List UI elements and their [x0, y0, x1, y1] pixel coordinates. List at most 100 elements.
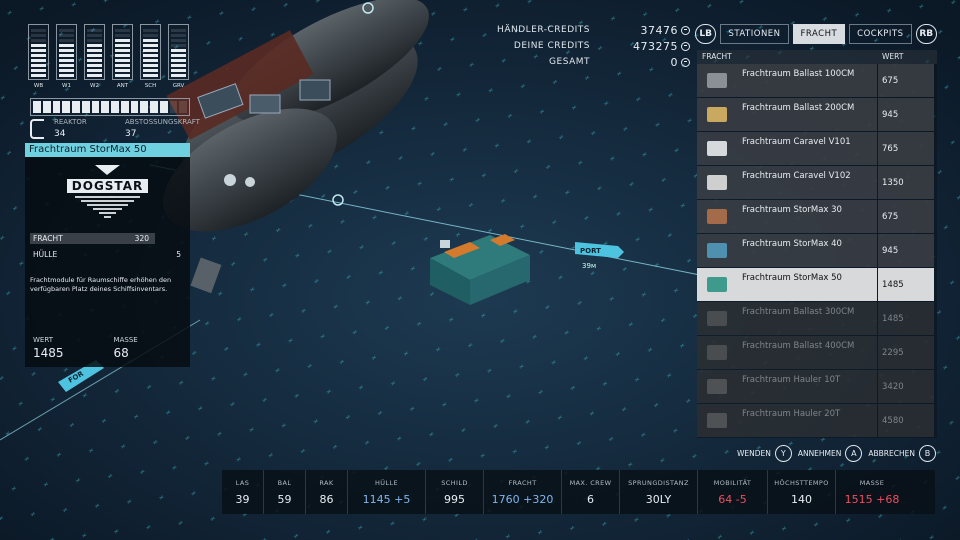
- column-header-fracht: FRACHT: [702, 52, 732, 61]
- module-name-cell: Frachtraum Ballast 200CM: [697, 98, 877, 131]
- stat-rak: RAK 86: [306, 470, 348, 514]
- module-list-item[interactable]: Frachtraum StorMax 40 945: [697, 234, 937, 268]
- hint-wenden[interactable]: WENDEN Y: [737, 444, 792, 462]
- stat-value: 140: [791, 492, 812, 506]
- module-name: Frachtraum Hauler 20T: [742, 409, 841, 419]
- reactor-readout: REAKTOR ABSTOSSUNGSKRAFT 34 37: [30, 118, 200, 144]
- meter-label: ANT: [116, 83, 129, 89]
- meter-segment: [143, 44, 158, 47]
- lb-button[interactable]: LB: [695, 24, 717, 44]
- meter-label: SCH: [144, 83, 157, 89]
- module-list-item[interactable]: Frachtraum Ballast 400CM 2295: [697, 336, 937, 370]
- rb-button[interactable]: RB: [915, 24, 937, 44]
- meter-bars: [84, 24, 105, 80]
- meter-ant[interactable]: ANT: [112, 24, 133, 94]
- module-value: 945: [878, 234, 934, 267]
- reactor-class-icon: [30, 119, 44, 139]
- credit-value: 0: [670, 55, 678, 69]
- stat-value: 59: [277, 492, 292, 506]
- hint-label: ANNEHMEN: [797, 448, 842, 458]
- meter-segment: [87, 34, 102, 37]
- power-segment: [81, 101, 90, 113]
- stat-schild: SCHILD 995: [426, 470, 484, 514]
- meter-segment: [143, 74, 158, 77]
- power-segment: [120, 101, 129, 113]
- meter-w2[interactable]: W2: [84, 24, 105, 94]
- thrust-value: 37: [125, 129, 137, 139]
- meter-grv[interactable]: GRV: [168, 24, 189, 94]
- module-name-cell: Frachtraum StorMax 50: [697, 268, 877, 301]
- module-list-item[interactable]: Frachtraum Hauler 20T 4580: [697, 404, 937, 438]
- stat-fracht-value: 320: [134, 234, 149, 243]
- module-thumbnail-icon: [707, 107, 727, 122]
- module-name: Frachtraum Ballast 400CM: [742, 341, 855, 351]
- tab-fracht[interactable]: FRACHT: [792, 24, 846, 44]
- meter-segment: [171, 44, 186, 47]
- meter-segment: [87, 54, 102, 57]
- module-value: 3420: [878, 370, 934, 403]
- stat-label: MOBILITÄT: [713, 478, 752, 487]
- credit-label: HÄNDLER-CREDITS: [497, 25, 590, 35]
- meter-wb[interactable]: WB: [28, 24, 49, 94]
- hint-annehmen[interactable]: ANNEHMEN A: [797, 444, 863, 462]
- stat-label: FRACHT: [508, 478, 537, 487]
- module-list-item[interactable]: Frachtraum StorMax 50 1485: [697, 268, 937, 302]
- module-list-item[interactable]: Frachtraum Caravel V101 765: [697, 132, 937, 166]
- module-list-item[interactable]: Frachtraum Ballast 200CM 945: [697, 98, 937, 132]
- module-list-item[interactable]: Frachtraum Ballast 100CM 675: [697, 64, 937, 98]
- meter-segment: [59, 39, 74, 42]
- module-name-cell: Frachtraum StorMax 30: [697, 200, 877, 233]
- module-thumbnail-icon: [707, 243, 727, 258]
- module-value: 765: [878, 132, 934, 165]
- module-list-item[interactable]: Frachtraum Ballast 300CM 1485: [697, 302, 937, 336]
- module-name-cell: Frachtraum Ballast 100CM: [697, 64, 877, 97]
- power-segment: [72, 101, 80, 113]
- meter-segment: [31, 64, 46, 67]
- power-segment: [101, 101, 109, 113]
- stat-label: MASSE: [859, 478, 885, 487]
- meter-segment: [171, 69, 186, 72]
- meter-segment: [59, 54, 74, 57]
- module-thumbnail-icon: [707, 311, 727, 326]
- meter-segment: [31, 29, 46, 32]
- module-list-item[interactable]: Frachtraum Hauler 10T 3420: [697, 370, 937, 404]
- hint-abbrechen[interactable]: ABBRECHEN B: [868, 444, 936, 462]
- credit-label: DEINE CREDITS: [513, 41, 590, 51]
- meter-segment: [115, 59, 130, 62]
- module-thumbnail-icon: [707, 175, 727, 190]
- power-segment: [150, 101, 158, 113]
- meter-segment: [115, 44, 130, 47]
- stat-label: HÜLLE: [375, 478, 398, 487]
- meter-segment: [87, 69, 102, 72]
- meter-segment: [143, 29, 158, 32]
- tab-cockpits[interactable]: COCKPITS: [849, 24, 912, 44]
- stat-masse: MASSE 1515 +68: [836, 470, 908, 514]
- module-list-item[interactable]: Frachtraum Caravel V102 1350: [697, 166, 937, 200]
- credits-icon: [681, 25, 690, 35]
- meter-segment: [171, 74, 186, 77]
- meter-label: W1: [62, 83, 71, 89]
- stat-fracht: FRACHT 1760 +320: [484, 470, 562, 514]
- tab-stationen[interactable]: STATIONEN: [720, 24, 789, 44]
- meter-segment: [171, 59, 186, 62]
- module-name-cell: Frachtraum Hauler 10T: [697, 370, 877, 403]
- meter-segment: [115, 64, 130, 67]
- module-list-item[interactable]: Frachtraum StorMax 30 675: [697, 200, 937, 234]
- meter-sch[interactable]: SCH: [140, 24, 161, 94]
- module-thumbnail-icon: [707, 379, 727, 394]
- module-name: Frachtraum Ballast 100CM: [742, 69, 855, 79]
- meter-segment: [87, 44, 102, 47]
- meter-segment: [143, 49, 158, 52]
- stat-höchsttempo: HÖCHSTTEMPO 140: [768, 470, 836, 514]
- meter-w1[interactable]: W1: [56, 24, 77, 94]
- meter-segment: [143, 39, 158, 42]
- category-tabs: LB STATIONEN FRACHT COCKPITS RB: [695, 22, 937, 46]
- meter-segment: [143, 59, 158, 62]
- meter-segment: [143, 64, 158, 67]
- stat-sprungdistanz: SPRUNGDISTANZ 30LY: [620, 470, 698, 514]
- module-name-cell: Frachtraum Caravel V101: [697, 132, 877, 165]
- controller-button-icon: B: [919, 444, 936, 462]
- hint-label: ABBRECHEN: [868, 448, 915, 458]
- module-name: Frachtraum StorMax 40: [742, 239, 842, 249]
- credit-row: HÄNDLER-CREDITS 37476: [470, 22, 690, 38]
